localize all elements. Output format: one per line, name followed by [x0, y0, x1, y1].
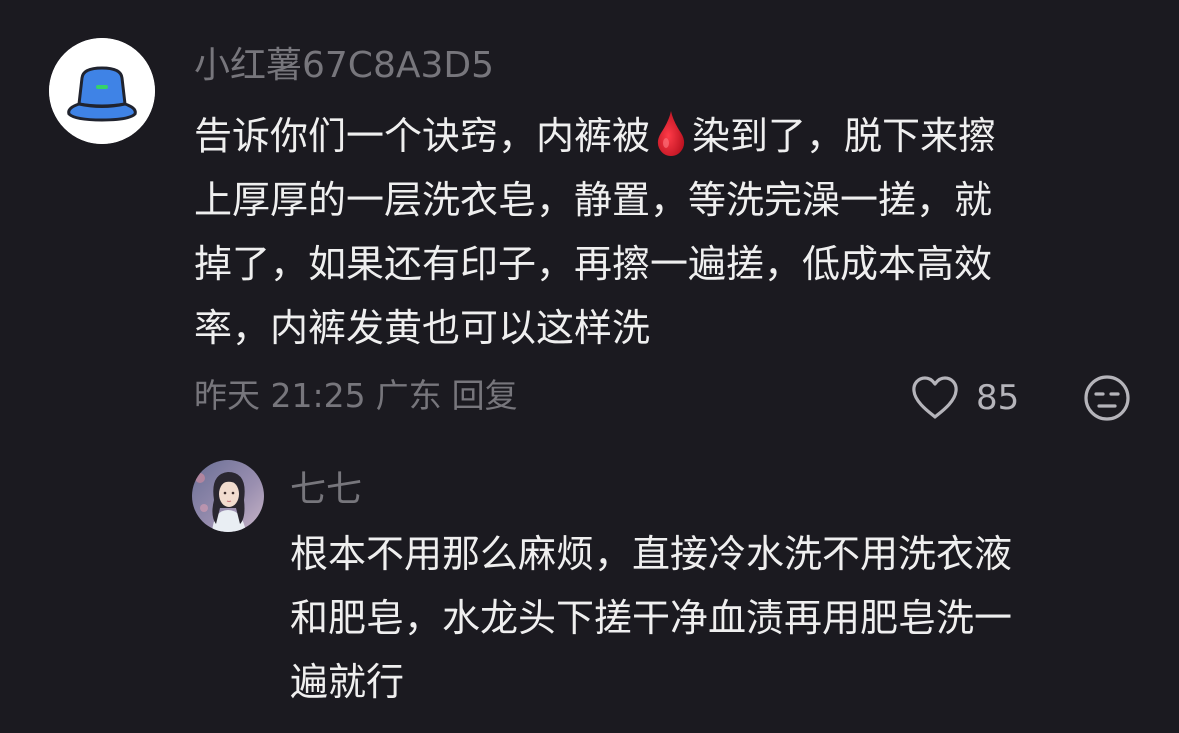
reply-text: 根本不用那么麻烦，直接冷水洗不用洗衣液 和肥皂，水龙头下搓干净血渍再用肥皂洗一 … [290, 522, 1150, 714]
reply-avatar[interactable] [192, 460, 264, 532]
reply-username[interactable]: 七七 [290, 468, 362, 512]
comment-line-2: 上厚厚的一层洗衣皂，静置，等洗完澡一搓，就 [194, 178, 993, 222]
heart-outline-icon [912, 376, 958, 419]
comment-line-1: 告诉你们一个诀窍，内裤被 染到了，脱下来擦 [194, 104, 1134, 168]
comment-meta: 昨天 21:25 广东 回复 [194, 374, 528, 418]
comment-username[interactable]: 小红薯67C8A3D5 [194, 44, 494, 88]
comment-line-4: 率，内裤发黄也可以这样洗 [194, 306, 651, 350]
blue-bucket-hat-icon [49, 38, 155, 144]
reply-button[interactable]: 回复 [452, 376, 518, 415]
comment-time: 昨天 21:25 [194, 376, 366, 415]
reply-line-3: 遍就行 [290, 660, 405, 704]
comment-location: 广东 [375, 376, 442, 415]
like-count: 85 [976, 378, 1020, 418]
reply-line-1: 根本不用那么麻烦，直接冷水洗不用洗衣液 [290, 532, 1013, 576]
avatar[interactable] [49, 38, 155, 144]
reply-line-2: 和肥皂，水龙头下搓干净血渍再用肥皂洗一 [290, 596, 1013, 640]
comment-text: 告诉你们一个诀窍，内裤被 染到了，脱下来擦 上厚厚的一层洗衣皂，静置，等洗完澡一搓… [194, 104, 1134, 360]
comment-line-1-start: 告诉你们一个诀窍，内裤被 [194, 114, 651, 158]
comment-line-1-end: 染到了，脱下来擦 [692, 114, 997, 158]
unamused-face-icon [1084, 375, 1130, 421]
like-button[interactable]: 85 [910, 374, 1019, 422]
blood-drop-icon [656, 109, 686, 157]
user-photo-avatar [192, 460, 264, 532]
dislike-button[interactable] [1083, 374, 1131, 422]
comment-line-3: 掉了，如果还有印子，再擦一遍搓，低成本高效 [194, 242, 993, 286]
